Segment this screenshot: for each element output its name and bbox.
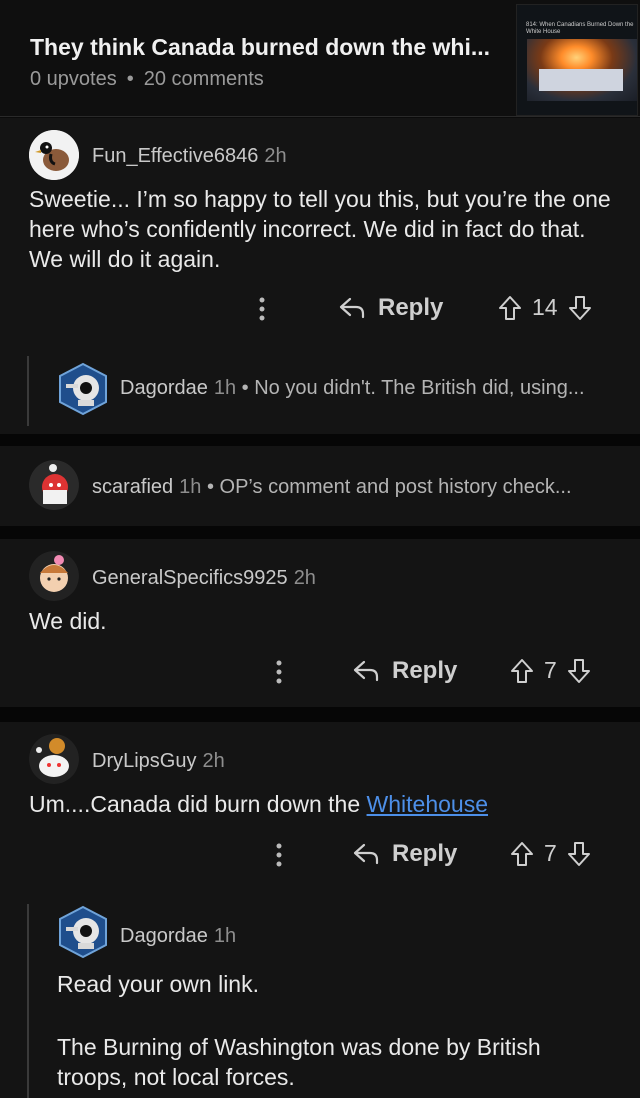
downvote-arrow-icon[interactable] (567, 658, 591, 684)
comment-body: Um....Canada did burn down the Whitehous… (29, 789, 629, 819)
white-house-image (539, 69, 623, 91)
avatar[interactable] (29, 734, 79, 784)
username-text[interactable]: DryLipsGuy (92, 750, 196, 772)
avatar[interactable] (29, 551, 79, 601)
reply-button[interactable]: Reply (352, 657, 457, 685)
upvote-arrow-icon[interactable] (510, 658, 534, 684)
reply-button[interactable]: Reply (338, 294, 443, 322)
downvote-arrow-icon[interactable] (567, 841, 591, 867)
avatar[interactable] (56, 362, 110, 416)
thumbnail-title: 814: When Canadians Burned Down the Whit… (526, 22, 634, 35)
whitehouse-link[interactable]: Whitehouse (367, 791, 488, 817)
comment-card: DryLipsGuy 2h Um....Canada did burn down … (0, 722, 640, 1098)
vote-count: 7 (544, 840, 557, 866)
preview-text[interactable]: OP’s comment and post history check... (220, 476, 572, 498)
reply-body-line1: Read your own link. (57, 971, 259, 997)
reply-label: Reply (392, 840, 458, 867)
vote-control: 14 (498, 294, 592, 321)
body-text: Um....Canada did burn down the (29, 791, 367, 817)
more-vertical-icon[interactable] (273, 842, 285, 875)
username-text[interactable]: GeneralSpecifics9925 (92, 567, 288, 589)
meta-dot: • (126, 68, 134, 90)
reply-arrow-icon (353, 660, 379, 682)
username-text[interactable]: Fun_Effective6846 (92, 145, 258, 167)
preview-text[interactable]: No you didn't. The British did, using... (254, 377, 584, 399)
avatar[interactable] (29, 130, 79, 180)
post-meta: 0 upvotes • 20 comments (30, 68, 264, 91)
comment-actions: Reply 14 (0, 290, 640, 330)
comment-age: 1h (179, 476, 202, 498)
username-text[interactable]: Dagordae (120, 377, 208, 399)
vote-control: 7 (510, 657, 591, 684)
comment-count: 20 comments (143, 68, 264, 90)
avatar[interactable] (56, 905, 110, 959)
username-text[interactable]: scarafied (92, 476, 173, 498)
comment-preview[interactable]: • OP’s comment and post history check... (201, 476, 572, 498)
vote-control: 7 (510, 840, 591, 867)
comment-username[interactable]: Fun_Effective6846 2h (92, 145, 287, 168)
avatar[interactable] (29, 460, 79, 510)
reply-label: Reply (392, 657, 458, 684)
comment-card-collapsed[interactable]: scarafied 1h • OP’s comment and post hist… (0, 446, 640, 526)
reply-arrow-icon (353, 843, 379, 865)
comment-age: 2h (202, 750, 225, 772)
post-header[interactable]: They think Canada burned down the whi...… (0, 0, 640, 117)
comment-card: GeneralSpecifics9925 2h We did. Reply 7 (0, 539, 640, 707)
comment-body: We did. (29, 608, 107, 634)
comment-age: 1h (213, 377, 237, 399)
comment-actions: Reply 7 (0, 838, 640, 878)
comment-username[interactable]: GeneralSpecifics9925 2h (92, 567, 316, 590)
thread-line (27, 356, 29, 426)
comment-username[interactable]: DryLipsGuy 2h (92, 750, 225, 773)
comment-preview[interactable]: • No you didn't. The British did, using.… (236, 377, 585, 399)
post-thumbnail[interactable]: 814: When Canadians Burned Down the Whit… (516, 4, 638, 116)
comment-actions: Reply 7 (0, 655, 640, 695)
comment-age: 2h (293, 567, 316, 589)
separator (0, 526, 640, 539)
vote-count: 14 (532, 294, 558, 320)
comment-card: Fun_Effective6846 2h Sweetie... I’m so ha… (0, 118, 640, 434)
more-vertical-icon[interactable] (256, 296, 268, 329)
comment-age: 1h (213, 925, 237, 947)
reply-arrow-icon (339, 297, 365, 319)
reply-body-line2: The Burning of Washington was done by Br… (57, 1034, 541, 1090)
post-title: They think Canada burned down the whi... (30, 34, 491, 60)
downvote-arrow-icon[interactable] (568, 295, 592, 321)
separator (0, 707, 640, 722)
comment-body: Sweetie... I’m so happy to tell you this… (29, 186, 611, 272)
thread-line (27, 904, 29, 1098)
upvote-arrow-icon[interactable] (510, 841, 534, 867)
reply-username[interactable]: Dagordae 1h • No you didn't. The British … (120, 377, 585, 400)
reply-label: Reply (378, 294, 444, 321)
separator (0, 434, 640, 446)
username-text[interactable]: Dagordae (120, 925, 208, 947)
vote-count: 7 (544, 657, 557, 683)
more-vertical-icon[interactable] (273, 659, 285, 692)
upvote-count: 0 upvotes (30, 68, 117, 90)
comment-age: 2h (264, 145, 287, 167)
reply-username[interactable]: Dagordae 1h (120, 925, 236, 948)
reply-button[interactable]: Reply (352, 840, 457, 868)
comment-username[interactable]: scarafied 1h • OP’s comment and post hist… (92, 476, 572, 499)
upvote-arrow-icon[interactable] (498, 295, 522, 321)
